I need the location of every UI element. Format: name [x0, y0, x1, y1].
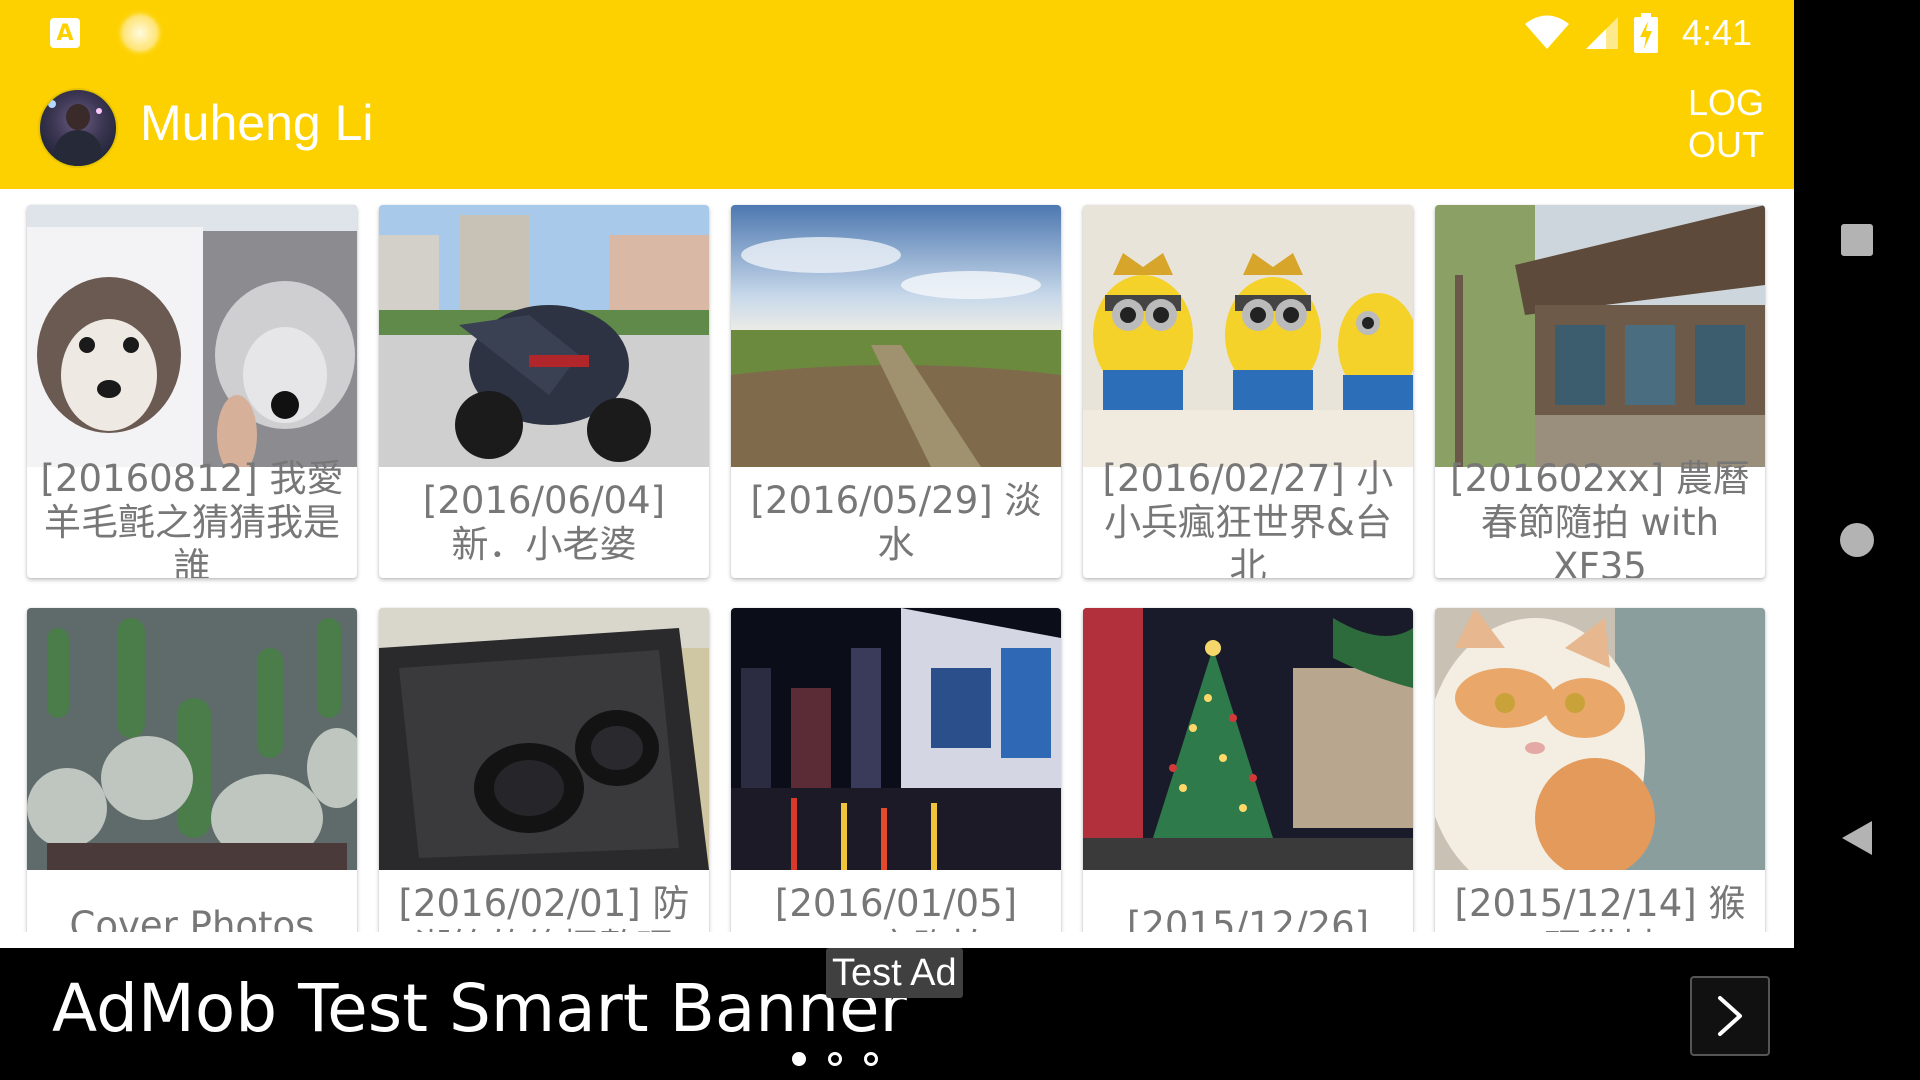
logout-button[interactable]: LOG OUT: [1686, 82, 1766, 166]
album-card[interactable]: [201602xx] 農曆春節隨拍 with XF35: [1435, 205, 1765, 578]
user-name: Muheng Li: [140, 95, 374, 151]
album-card[interactable]: [2016/01/05] 101夜跑拍: [731, 608, 1061, 932]
album-thumbnail: [1435, 608, 1765, 870]
avatar[interactable]: [38, 88, 118, 168]
album-title: [2016/05/29] 淡水: [750, 478, 1042, 566]
album-title: [2016/02/01] 防潮箱的終極整理: [398, 881, 690, 933]
album-title: [201602xx] 農曆春節隨拍 with XF35: [1450, 456, 1750, 579]
cell-signal-icon: [1585, 17, 1618, 49]
album-thumbnail: [731, 608, 1061, 870]
ad-banner[interactable]: AdMob Test Smart Banner Test Ad: [0, 948, 1794, 1080]
page-dot: [828, 1052, 842, 1066]
app-bar: Muheng Li LOG OUT: [0, 66, 1794, 189]
ad-next-button[interactable]: [1690, 976, 1770, 1056]
test-ad-badge: Test Ad: [826, 948, 963, 998]
back-triangle-icon: [1842, 821, 1872, 855]
album-card[interactable]: [2016/02/01] 防潮箱的終極整理: [379, 608, 709, 932]
album-thumbnail: [1435, 205, 1765, 467]
back-button[interactable]: [1831, 812, 1883, 864]
album-thumbnail: [27, 205, 357, 467]
recents-square-icon: [1841, 224, 1873, 256]
home-circle-icon: [1840, 523, 1874, 557]
sun-notification-icon: [122, 15, 158, 51]
ad-title: AdMob Test Smart Banner: [52, 970, 907, 1047]
album-title: [20160812] 我愛羊毛氈之猜猜我是誰: [40, 456, 344, 579]
album-card[interactable]: Cover Photos: [27, 608, 357, 932]
logout-label-line2: OUT: [1688, 124, 1764, 165]
album-card[interactable]: [2016/05/29] 淡水: [731, 205, 1061, 578]
album-title: [2016/02/27] 小小兵瘋狂世界&台北: [1102, 456, 1394, 579]
album-card[interactable]: [2016/06/04] 新．小老婆: [379, 205, 709, 578]
album-card[interactable]: [20160812] 我愛羊毛氈之猜猜我是誰: [27, 205, 357, 578]
chevron-right-icon: [1718, 996, 1742, 1036]
recents-button[interactable]: [1831, 214, 1883, 266]
page-dot: [864, 1052, 878, 1066]
album-title: [2016/01/05] 101夜跑拍: [774, 881, 1018, 933]
album-thumbnail: [379, 205, 709, 467]
navigation-bar: [1794, 0, 1920, 1080]
a-notification-icon: A: [50, 18, 80, 48]
battery-charging-icon: [1633, 13, 1658, 53]
wifi-icon: [1524, 15, 1569, 49]
album-thumbnail: [1083, 608, 1413, 870]
album-thumbnail: [731, 205, 1061, 467]
album-card[interactable]: [2015/12/26]: [1083, 608, 1413, 932]
logout-label-line1: LOG: [1687, 82, 1765, 123]
home-button[interactable]: [1831, 514, 1883, 566]
album-card[interactable]: [2016/02/27] 小小兵瘋狂世界&台北: [1083, 205, 1413, 578]
clock: 4:41: [1681, 12, 1752, 53]
album-title: [2016/06/04] 新．小老婆: [422, 478, 666, 566]
album-card[interactable]: [2015/12/14] 猴硐貓村: [1435, 608, 1765, 932]
album-thumbnail: [27, 608, 357, 870]
album-title: [2015/12/14] 猴硐貓村: [1454, 881, 1746, 933]
status-bar: A 4:41: [0, 0, 1794, 66]
album-thumbnail: [1083, 205, 1413, 467]
album-title: Cover Photos: [69, 903, 315, 933]
page-dot: [792, 1052, 806, 1066]
ad-page-indicator: [792, 1052, 878, 1066]
album-grid[interactable]: [20160812] 我愛羊毛氈之猜猜我是誰 [2016/06/04] 新．小老…: [0, 189, 1794, 932]
app-screen: A 4:41 Muheng Li LOG OUT [20160812] 我愛羊毛…: [0, 0, 1794, 1080]
album-thumbnail: [379, 608, 709, 870]
album-title: [2015/12/26]: [1126, 903, 1370, 933]
